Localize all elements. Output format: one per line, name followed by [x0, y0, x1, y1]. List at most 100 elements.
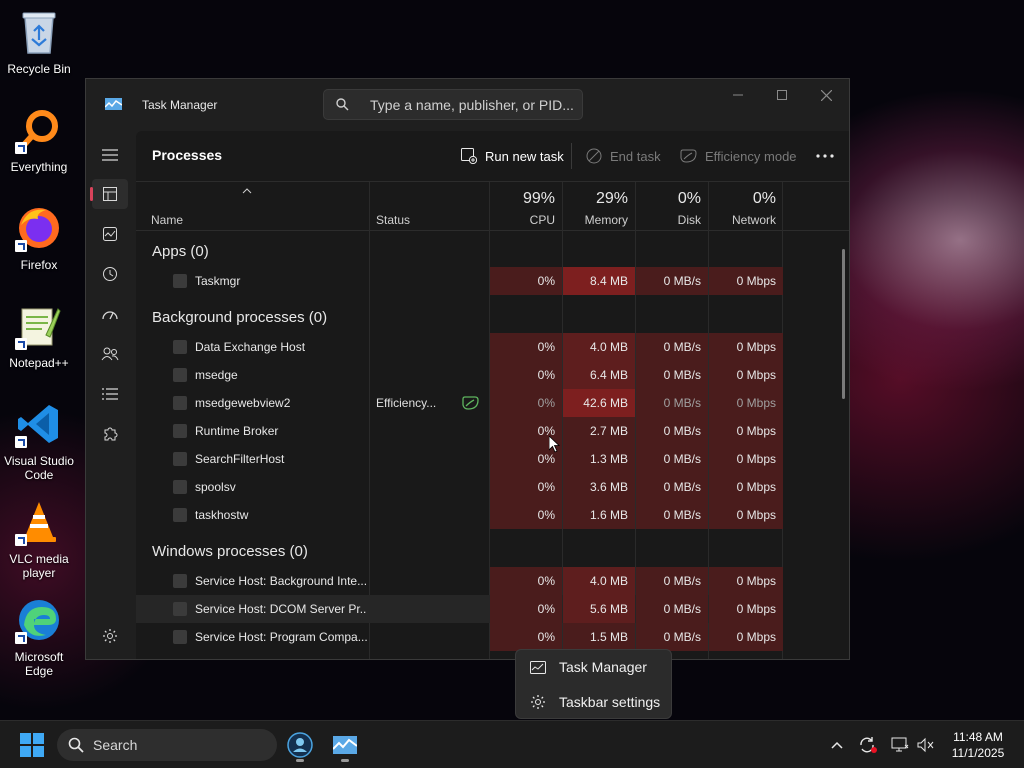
disk-value: 0 MB/s	[636, 361, 708, 389]
nav-settings[interactable]	[92, 621, 128, 651]
performance-icon	[103, 227, 117, 241]
tray-volume-button[interactable]	[916, 734, 936, 756]
column-memory[interactable]: 29% Memory	[563, 182, 635, 230]
efficiency-mode-button[interactable]: Efficiency mode	[680, 145, 797, 167]
processes-panel: Processes Run new task End task Efficien…	[136, 131, 849, 659]
tray-overflow-button[interactable]	[827, 734, 847, 756]
task-manager-icon	[529, 660, 547, 674]
table-row[interactable]: Service Host: Background Inte... 0% 4.0 …	[136, 567, 783, 595]
close-button[interactable]	[810, 85, 842, 105]
menu-item-label: Taskbar settings	[559, 694, 661, 710]
desktop-icon-notepadpp[interactable]: Notepad++	[2, 302, 76, 370]
maximize-button[interactable]	[766, 85, 798, 105]
vscode-icon	[15, 400, 63, 448]
taskbar-search[interactable]: Search	[57, 729, 277, 761]
search-icon	[68, 737, 84, 753]
desktop-icon-firefox[interactable]: Firefox	[2, 204, 76, 272]
search-input[interactable]	[370, 95, 575, 115]
settings-gear-icon	[103, 629, 117, 643]
more-options-button[interactable]	[816, 145, 834, 167]
table-row[interactable]: Service Host: Program Compa... 0% 1.5 MB…	[136, 623, 783, 651]
vlc-icon	[15, 498, 63, 546]
column-status[interactable]: Status	[376, 213, 410, 227]
desktop-icon-label: VLC media player	[9, 552, 69, 580]
tray-update-icon-button[interactable]	[858, 734, 878, 756]
table-row[interactable]: msedge 0% 6.4 MB 0 MB/s 0 Mbps	[136, 361, 783, 389]
taskbar-app-assistant[interactable]	[282, 727, 318, 763]
run-new-task-button[interactable]: Run new task	[461, 145, 564, 167]
vertical-scrollbar[interactable]	[842, 249, 845, 399]
cpu-label: CPU	[529, 213, 555, 227]
menu-item-taskbar-settings[interactable]: Taskbar settings	[516, 686, 671, 718]
disk-value: 0 MB/s	[636, 333, 708, 361]
disk-value: 0 MB/s	[636, 567, 708, 595]
table-row[interactable]: Service Host: DCOM Server Pr... 0% 5.6 M…	[136, 595, 783, 623]
cpu-value: 0%	[490, 623, 562, 651]
shortcut-arrow-icon	[15, 436, 27, 448]
settings-gear-icon	[529, 694, 547, 710]
table-row[interactable]: Data Exchange Host 0% 4.0 MB 0 MB/s 0 Mb…	[136, 333, 783, 361]
mouse-cursor-icon	[549, 436, 560, 453]
volume-muted-icon	[917, 737, 934, 753]
disk-value: 0 MB/s	[636, 417, 708, 445]
ellipsis-icon	[816, 154, 834, 158]
disk-value: 0 MB/s	[636, 445, 708, 473]
shortcut-arrow-icon	[15, 338, 27, 350]
process-name: taskhostw	[195, 508, 249, 522]
process-name: Service Host: Program Compa...	[195, 630, 367, 644]
nav-users[interactable]	[92, 339, 128, 369]
nav-performance[interactable]	[92, 219, 128, 249]
column-name[interactable]: Name	[151, 213, 183, 227]
table-row[interactable]: Taskmgr 0% 8.4 MB 0 MB/s 0 Mbps	[136, 267, 783, 295]
table-row[interactable]: taskhostw 0% 1.6 MB 0 MB/s 0 Mbps	[136, 501, 783, 529]
shortcut-arrow-icon	[15, 240, 27, 252]
run-task-icon	[461, 148, 477, 164]
process-icon	[173, 574, 187, 588]
nav-startup-apps[interactable]	[92, 299, 128, 329]
end-task-button[interactable]: End task	[586, 145, 661, 167]
network-value: 0 Mbps	[709, 389, 783, 417]
taskbar-app-task-manager[interactable]	[327, 727, 363, 763]
end-task-icon	[586, 148, 602, 164]
group-header-apps[interactable]: Apps (0)	[152, 243, 209, 260]
cpu-value: 0%	[490, 361, 562, 389]
desktop-icon-vlc[interactable]: VLC media player	[2, 498, 76, 580]
table-row[interactable]: spoolsv 0% 3.6 MB 0 MB/s 0 Mbps	[136, 473, 783, 501]
group-header-windows[interactable]: Windows processes (0)	[152, 543, 308, 560]
column-disk[interactable]: 0% Disk	[636, 182, 708, 230]
table-row[interactable]: msedgewebview2 Efficiency... 0% 42.6 MB …	[136, 389, 783, 417]
desktop-icon-label: Visual Studio Code	[4, 454, 74, 482]
desktop-icon-vscode[interactable]: Visual Studio Code	[2, 400, 76, 482]
nav-app-history[interactable]	[92, 259, 128, 289]
table-row[interactable]: SearchFilterHost 0% 1.3 MB 0 MB/s 0 Mbps	[136, 445, 783, 473]
start-button[interactable]	[14, 727, 50, 763]
system-clock[interactable]: 11:48 AM 11/1/2025	[940, 729, 1016, 761]
minimize-button[interactable]	[722, 85, 754, 105]
run-new-task-label: Run new task	[485, 148, 564, 164]
column-cpu[interactable]: 99% CPU	[490, 182, 562, 230]
memory-value: 42.6 MB	[563, 389, 635, 417]
title-bar[interactable]: Task Manager	[86, 79, 849, 131]
desktop-icon-edge[interactable]: Microsoft Edge	[2, 596, 76, 678]
table-row[interactable]: Runtime Broker 0% 2.7 MB 0 MB/s 0 Mbps	[136, 417, 783, 445]
edge-icon	[15, 596, 63, 644]
panel-toolbar: Processes Run new task End task Efficien…	[136, 131, 849, 182]
group-header-background[interactable]: Background processes (0)	[152, 309, 327, 326]
tray-network-button[interactable]	[890, 734, 910, 756]
task-manager-logo-icon	[105, 98, 122, 110]
nav-services[interactable]	[92, 419, 128, 449]
desktop-icon-everything[interactable]: Everything	[2, 106, 76, 174]
page-title: Processes	[152, 147, 223, 163]
nav-processes[interactable]	[90, 179, 128, 209]
disk-value: 0 MB/s	[636, 267, 708, 295]
menu-item-task-manager[interactable]: Task Manager	[516, 651, 671, 683]
clock-date: 11/1/2025	[951, 746, 1005, 760]
search-box[interactable]	[323, 89, 583, 120]
nav-details[interactable]	[92, 379, 128, 409]
network-value: 0 Mbps	[709, 595, 783, 623]
column-network[interactable]: 0% Network	[709, 182, 783, 230]
process-name: Runtime Broker	[195, 424, 279, 438]
nav-menu-button[interactable]	[92, 140, 128, 170]
desktop-icon-label: Everything	[10, 160, 68, 174]
desktop-icon-recycle-bin[interactable]: Recycle Bin	[2, 8, 76, 76]
